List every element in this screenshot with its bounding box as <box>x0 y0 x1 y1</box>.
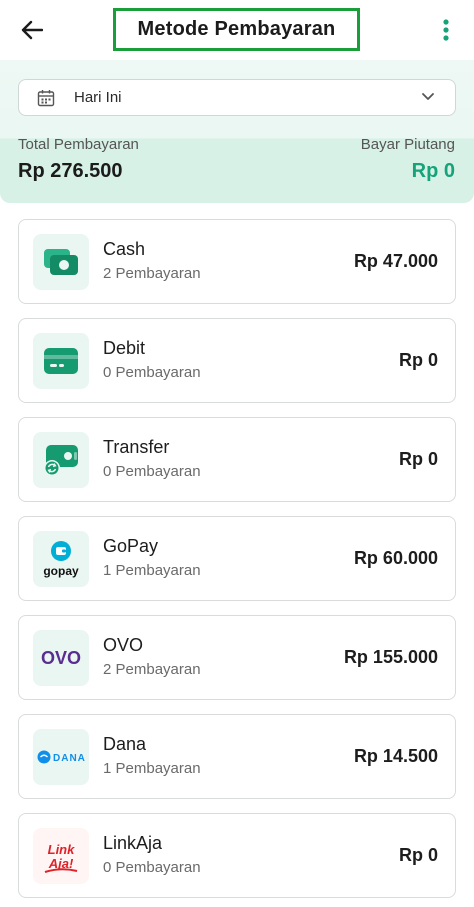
more-vertical-icon <box>443 19 449 41</box>
svg-text:gopay: gopay <box>43 564 79 578</box>
method-name: LinkAja <box>103 833 163 853</box>
svg-text:DANA: DANA <box>53 753 86 764</box>
method-name: Cash <box>103 239 146 259</box>
page-title: Metode Pembayaran <box>113 8 360 51</box>
method-amount: Rp 0 <box>398 449 438 469</box>
svg-text:OVO: OVO <box>41 648 81 668</box>
summary-panel: Hari Ini Total Pembayaran Rp 276.500 Bay… <box>0 60 474 203</box>
method-count: 1 Pembayaran <box>103 562 201 579</box>
method-amount: Rp 47.000 <box>353 251 438 271</box>
debt-payment-value: Rp 0 <box>411 160 455 182</box>
method-name: OVO <box>103 635 144 655</box>
payment-method-transfer[interactable]: Transfer 0 Pembayaran Rp 0 <box>18 417 456 502</box>
debit-card-icon <box>33 333 89 389</box>
method-count: 0 Pembayaran <box>103 859 201 876</box>
method-count: 0 Pembayaran <box>103 463 201 480</box>
ovo-logo: OVO <box>33 630 89 686</box>
cash-icon <box>33 234 89 290</box>
method-name: Debit <box>103 338 146 358</box>
payment-method-cash[interactable]: Cash 2 Pembayaran Rp 47.000 <box>18 219 456 304</box>
chevron-down-icon <box>422 93 434 100</box>
linkaja-logo: Link Aja! <box>33 828 89 884</box>
calendar-icon <box>37 90 55 107</box>
method-count: 2 Pembayaran <box>103 661 201 678</box>
method-count: 2 Pembayaran <box>103 265 201 282</box>
payment-method-gopay[interactable]: gopay GoPay 1 Pembayaran Rp 60.000 <box>18 516 456 601</box>
total-payment-value: Rp 276.500 <box>18 160 123 182</box>
app-bar: Metode Pembayaran <box>0 0 474 60</box>
gopay-logo: gopay <box>33 531 89 587</box>
page-title-text: Metode Pembayaran <box>137 18 336 40</box>
method-amount: Rp 0 <box>398 350 438 370</box>
date-filter-select[interactable]: Hari Ini <box>18 79 456 116</box>
back-button[interactable] <box>14 12 50 48</box>
method-name: Dana <box>103 734 147 754</box>
method-amount: Rp 0 <box>398 845 438 865</box>
payment-method-dana[interactable]: DANA Dana 1 Pembayaran Rp 14.500 <box>18 714 456 799</box>
svg-text:Link: Link <box>48 842 75 857</box>
date-filter-label: Hari Ini <box>74 89 122 106</box>
debt-payment-label: Bayar Piutang <box>360 136 455 153</box>
method-count: 0 Pembayaran <box>103 364 201 381</box>
method-count: 1 Pembayaran <box>103 760 201 777</box>
dana-logo: DANA <box>33 729 89 785</box>
arrow-left-icon <box>21 20 43 40</box>
payment-method-debit[interactable]: Debit 0 Pembayaran Rp 0 <box>18 318 456 403</box>
method-name: GoPay <box>103 536 159 556</box>
payment-method-ovo[interactable]: OVO OVO 2 Pembayaran Rp 155.000 <box>18 615 456 700</box>
method-name: Transfer <box>103 437 170 457</box>
method-amount: Rp 60.000 <box>353 548 438 568</box>
method-amount: Rp 14.500 <box>353 746 438 766</box>
more-options-button[interactable] <box>432 12 460 48</box>
total-payment-label: Total Pembayaran <box>18 136 139 153</box>
payment-method-linkaja[interactable]: Link Aja! LinkAja 0 Pembayaran Rp 0 <box>18 813 456 898</box>
transfer-icon <box>33 432 89 488</box>
method-amount: Rp 155.000 <box>343 647 438 667</box>
